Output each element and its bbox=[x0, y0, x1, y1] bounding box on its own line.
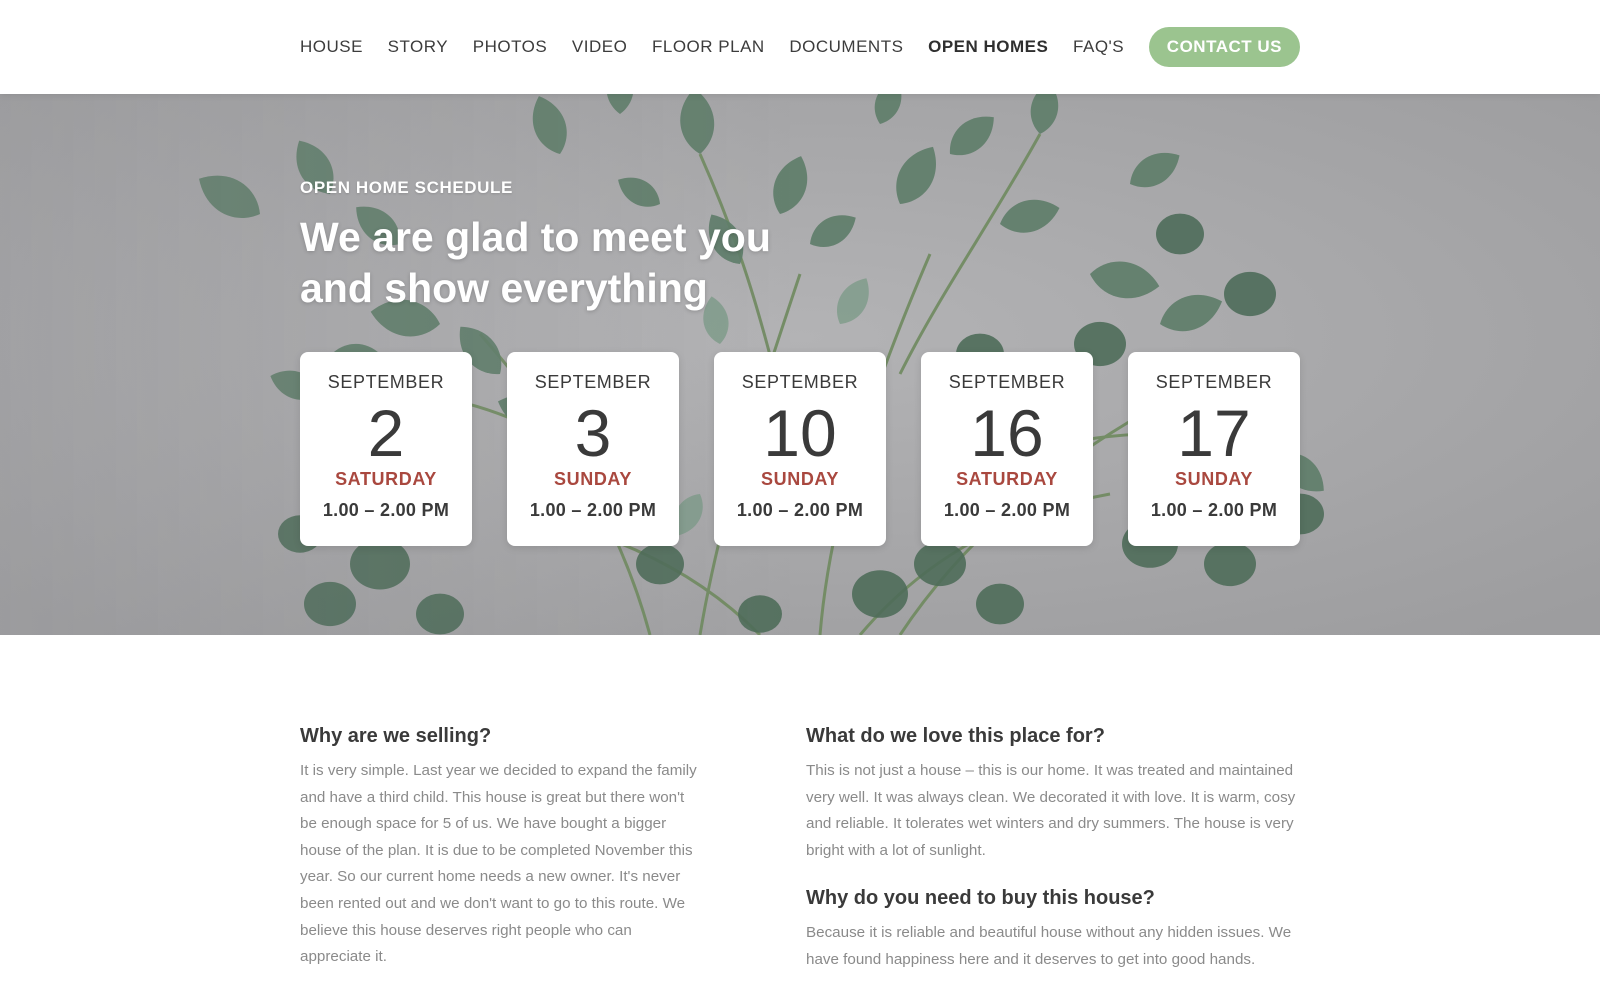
date-card[interactable]: SEPTEMBER 17 SUNDAY 1.00 – 2.00 PM bbox=[1128, 352, 1300, 546]
hero-section: OPEN HOME SCHEDULE We are glad to meet y… bbox=[0, 94, 1600, 635]
hero-headline-line-1: We are glad to meet you bbox=[300, 214, 771, 260]
date-time: 1.00 – 2.00 PM bbox=[322, 500, 450, 520]
date-card[interactable]: SEPTEMBER 10 SUNDAY 1.00 – 2.00 PM bbox=[714, 352, 886, 546]
faq-left-column: Why are we selling? It is very simple. L… bbox=[300, 722, 700, 971]
date-weekday: SATURDAY bbox=[956, 469, 1058, 489]
nav-menu: HOUSE STORY PHOTOS VIDEO FLOOR PLAN DOCU… bbox=[300, 27, 1300, 67]
date-day: 10 bbox=[763, 396, 837, 470]
hero-headline: We are glad to meet you and show everyth… bbox=[300, 212, 820, 314]
section-eyebrow: OPEN HOME SCHEDULE bbox=[300, 178, 513, 197]
date-time: 1.00 – 2.00 PM bbox=[1150, 500, 1278, 520]
nav-story[interactable]: STORY bbox=[388, 37, 448, 57]
nav-open-homes[interactable]: OPEN HOMES bbox=[928, 37, 1048, 57]
date-weekday: SATURDAY bbox=[335, 469, 437, 489]
date-time: 1.00 – 2.00 PM bbox=[529, 500, 657, 520]
date-month: SEPTEMBER bbox=[741, 372, 859, 392]
nav-documents[interactable]: DOCUMENTS bbox=[789, 37, 903, 57]
hero-headline-line-2: and show everything bbox=[300, 265, 708, 311]
top-nav: HOUSE STORY PHOTOS VIDEO FLOOR PLAN DOCU… bbox=[0, 0, 1600, 94]
date-day: 16 bbox=[970, 396, 1044, 470]
faq-answer: Because it is reliable and beautiful hou… bbox=[806, 924, 1292, 968]
open-home-dates: SEPTEMBER 2 SATURDAY 1.00 – 2.00 PM SEPT… bbox=[300, 352, 1300, 546]
faq-block: Why do you need to buy this house? Becau… bbox=[806, 884, 1306, 973]
contact-us-button[interactable]: CONTACT US bbox=[1148, 27, 1300, 67]
faq-question: Why are we selling? bbox=[300, 725, 492, 747]
nav-photos[interactable]: PHOTOS bbox=[473, 37, 547, 57]
faq-right-column: What do we love this place for? This is … bbox=[806, 722, 1306, 974]
date-card[interactable]: SEPTEMBER 3 SUNDAY 1.00 – 2.00 PM bbox=[507, 352, 679, 546]
date-card[interactable]: SEPTEMBER 2 SATURDAY 1.00 – 2.00 PM bbox=[300, 352, 472, 546]
date-weekday: SUNDAY bbox=[761, 469, 839, 489]
date-time: 1.00 – 2.00 PM bbox=[736, 500, 864, 520]
date-day: 2 bbox=[367, 396, 405, 470]
faq-block: What do we love this place for? This is … bbox=[806, 722, 1306, 864]
date-card[interactable]: SEPTEMBER 16 SATURDAY 1.00 – 2.00 PM bbox=[921, 352, 1093, 546]
date-month: SEPTEMBER bbox=[327, 372, 445, 392]
faq-block: Why are we selling? It is very simple. L… bbox=[300, 722, 700, 971]
nav-video[interactable]: VIDEO bbox=[572, 37, 627, 57]
date-weekday: SUNDAY bbox=[554, 469, 632, 489]
date-day: 17 bbox=[1177, 396, 1251, 470]
faq-question: Why do you need to buy this house? bbox=[806, 887, 1155, 910]
nav-floor-plan[interactable]: FLOOR PLAN bbox=[652, 37, 765, 57]
date-month: SEPTEMBER bbox=[534, 372, 652, 392]
nav-house[interactable]: HOUSE bbox=[300, 37, 363, 57]
date-time: 1.00 – 2.00 PM bbox=[943, 500, 1071, 520]
date-month: SEPTEMBER bbox=[1155, 372, 1273, 392]
date-month: SEPTEMBER bbox=[948, 372, 1066, 392]
faq-question: What do we love this place for? bbox=[806, 725, 1105, 747]
nav-faqs[interactable]: FAQ'S bbox=[1073, 37, 1124, 57]
faq-answer: This is not just a house – this is our h… bbox=[806, 762, 1296, 859]
faq-answer: It is very simple. Last year we decided … bbox=[300, 762, 697, 966]
date-day: 3 bbox=[574, 396, 612, 470]
date-weekday: SUNDAY bbox=[1175, 469, 1253, 489]
